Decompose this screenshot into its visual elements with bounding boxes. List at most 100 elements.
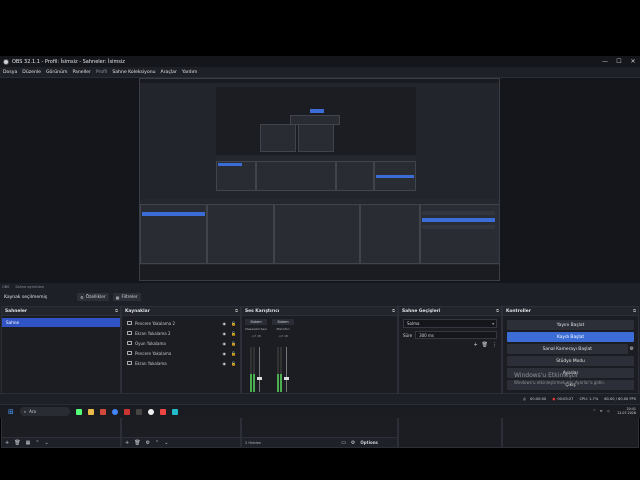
app-icon[interactable]: [171, 408, 178, 415]
start-virtual-cam-button[interactable]: Sanal Kamerayı Başlat: [507, 344, 628, 354]
lock-icon[interactable]: 🔓: [231, 321, 236, 326]
app-icon[interactable]: [159, 408, 166, 415]
add-transition-button[interactable]: +: [473, 342, 477, 348]
scenes-dock: Sahneler ⧉ Sahne + 🗑 ▦ ⌃ ⌄: [1, 306, 121, 448]
source-item[interactable]: Ekran Yakalama 2 ◉ 🔓: [122, 328, 240, 338]
move-down-button[interactable]: ⌄: [45, 440, 49, 446]
title-bar: OBS 32.1.1 - Profil: İsimsiz - Sahneler:…: [0, 56, 640, 67]
start-stream-button[interactable]: Yayını Başlat: [507, 320, 634, 330]
gear-icon[interactable]: ⚙: [630, 346, 634, 352]
gamepad-icon: [127, 341, 132, 345]
file-explorer-icon[interactable]: [87, 408, 94, 415]
audio-mixer-dock: Ses Karıştırıcı ⧉ Sistem Masaüstü Sesi -i…: [241, 306, 398, 448]
eye-icon[interactable]: ◉: [223, 331, 227, 336]
dock-float-icon[interactable]: ⧉: [392, 308, 395, 313]
filter-icon[interactable]: ▦: [26, 440, 31, 446]
taskbar: ⊞ ⌕ Ara ^ ≋ ◁ 20:41 12.07.2026: [0, 404, 640, 418]
chrome-icon[interactable]: [111, 408, 118, 415]
move-up-button[interactable]: ⌃: [35, 440, 39, 446]
menu-file[interactable]: Dosya: [3, 70, 17, 75]
options-button[interactable]: Options: [360, 440, 378, 445]
close-button[interactable]: ✕: [626, 56, 640, 67]
strip-device[interactable]: Masaüstü Sesi: [245, 327, 267, 331]
obs-status-bar: ◎ 00:00:00 ● 00:03:27 CPU: 1.7% 60.00 / …: [0, 393, 640, 404]
maximize-button[interactable]: ☐: [612, 56, 626, 67]
fader-knob[interactable]: [257, 377, 262, 380]
scenes-title: Sahneler ⧉: [2, 307, 120, 316]
nested-window-b: [298, 124, 334, 152]
move-down-button[interactable]: ⌄: [164, 440, 168, 446]
eye-icon[interactable]: ◉: [223, 341, 227, 346]
nested-button-b: [422, 225, 495, 229]
transition-buttons: + 🗑 ⋮: [473, 342, 497, 348]
strip-db: -inf dB: [251, 334, 261, 338]
duration-row: Süre 300 ms: [403, 331, 497, 339]
lock-icon[interactable]: 🔓: [231, 351, 236, 356]
wifi-icon[interactable]: ≋: [600, 409, 603, 413]
trash-icon[interactable]: 🗑: [14, 440, 20, 446]
app-icon[interactable]: [123, 408, 130, 415]
dock-float-icon[interactable]: ⧉: [115, 308, 118, 313]
nested-window-a: [260, 124, 296, 152]
nested-highlight-b: [376, 175, 414, 178]
app-icon[interactable]: [99, 408, 106, 415]
scene-item[interactable]: Sahne: [2, 318, 120, 327]
dock-float-icon[interactable]: ⧉: [496, 308, 499, 313]
strip-device[interactable]: Mikrofon: [272, 327, 294, 331]
fps-counter: 60.00 / 60.00 FPS: [604, 397, 636, 401]
menu-docks[interactable]: Paneller: [72, 70, 90, 75]
gear-icon[interactable]: ⚙: [351, 440, 355, 446]
menu-help[interactable]: Yardım: [182, 70, 197, 75]
clock-date: 12.07.2026: [617, 411, 636, 415]
speaker-icon[interactable]: ◁: [607, 409, 610, 413]
dock-float-icon[interactable]: ⧉: [633, 308, 636, 313]
menu-profile[interactable]: Profil: [96, 70, 107, 75]
window-title: OBS 32.1.1 - Profil: İsimsiz - Sahneler:…: [12, 58, 125, 65]
start-record-button[interactable]: Kaydı Başlat: [507, 332, 634, 342]
obs-taskbar-icon[interactable]: [147, 408, 154, 415]
duration-input[interactable]: 300 ms: [415, 331, 497, 339]
menu-scene-collection[interactable]: Sahne Koleksiyonu: [112, 70, 155, 75]
nested-highlight-a: [310, 109, 324, 113]
clock[interactable]: 20:41 12.07.2026: [617, 407, 636, 415]
eye-icon[interactable]: ◉: [223, 321, 227, 326]
studio-mode-button[interactable]: Stüdyo Modu: [507, 356, 634, 366]
properties-button[interactable]: ⚙ Özellikler: [77, 293, 109, 301]
source-item[interactable]: Pencere Yakalama ◉ 🔓: [122, 348, 240, 358]
eye-icon[interactable]: ◉: [223, 361, 227, 366]
source-item[interactable]: Ekran Yakalama ◉ 🔓: [122, 358, 240, 368]
fader-knob[interactable]: [284, 377, 289, 380]
mixer-layout-icon[interactable]: ▭: [341, 440, 346, 446]
add-scene-button[interactable]: +: [5, 440, 9, 446]
volume-fader[interactable]: [257, 347, 262, 392]
add-source-button[interactable]: +: [125, 440, 129, 446]
trash-icon[interactable]: 🗑: [134, 440, 140, 446]
preview-canvas[interactable]: [139, 78, 500, 281]
trash-icon[interactable]: 🗑: [482, 342, 488, 348]
transition-select[interactable]: Solma ▾: [403, 319, 497, 328]
lock-icon[interactable]: 🔓: [231, 331, 236, 336]
widgets-icon[interactable]: [75, 408, 82, 415]
move-up-button[interactable]: ⌃: [155, 440, 159, 446]
minimize-button[interactable]: —: [598, 56, 612, 67]
record-icon: ●: [552, 397, 556, 401]
lock-icon[interactable]: 🔓: [231, 361, 236, 366]
more-icon[interactable]: ⋮: [492, 342, 497, 348]
strip-label: Sistem: [245, 319, 267, 325]
filters-button[interactable]: ▦ Filtreler: [112, 293, 141, 301]
sources-list: Pencere Yakalama 2 ◉ 🔓 Ekran Yakalama 2 ◉ 🔓 …: [122, 318, 240, 368]
source-item[interactable]: Pencere Yakalama 2 ◉ 🔓: [122, 318, 240, 328]
terminal-icon[interactable]: [135, 408, 142, 415]
menu-edit[interactable]: Düzenle: [22, 70, 41, 75]
lock-icon[interactable]: 🔓: [231, 341, 236, 346]
taskbar-search[interactable]: ⌕ Ara: [19, 407, 70, 416]
source-item[interactable]: Oyun Yakalama ◉ 🔓: [122, 338, 240, 348]
gear-icon[interactable]: ⚙: [146, 440, 150, 446]
eye-icon[interactable]: ◉: [223, 351, 227, 356]
chevron-up-icon[interactable]: ^: [593, 409, 596, 413]
windows-start-icon[interactable]: ⊞: [8, 408, 14, 416]
menu-tools[interactable]: Araçlar: [161, 70, 177, 75]
volume-fader[interactable]: [284, 347, 289, 392]
dock-float-icon[interactable]: ⧉: [235, 308, 238, 313]
menu-view[interactable]: Görünüm: [46, 70, 67, 75]
